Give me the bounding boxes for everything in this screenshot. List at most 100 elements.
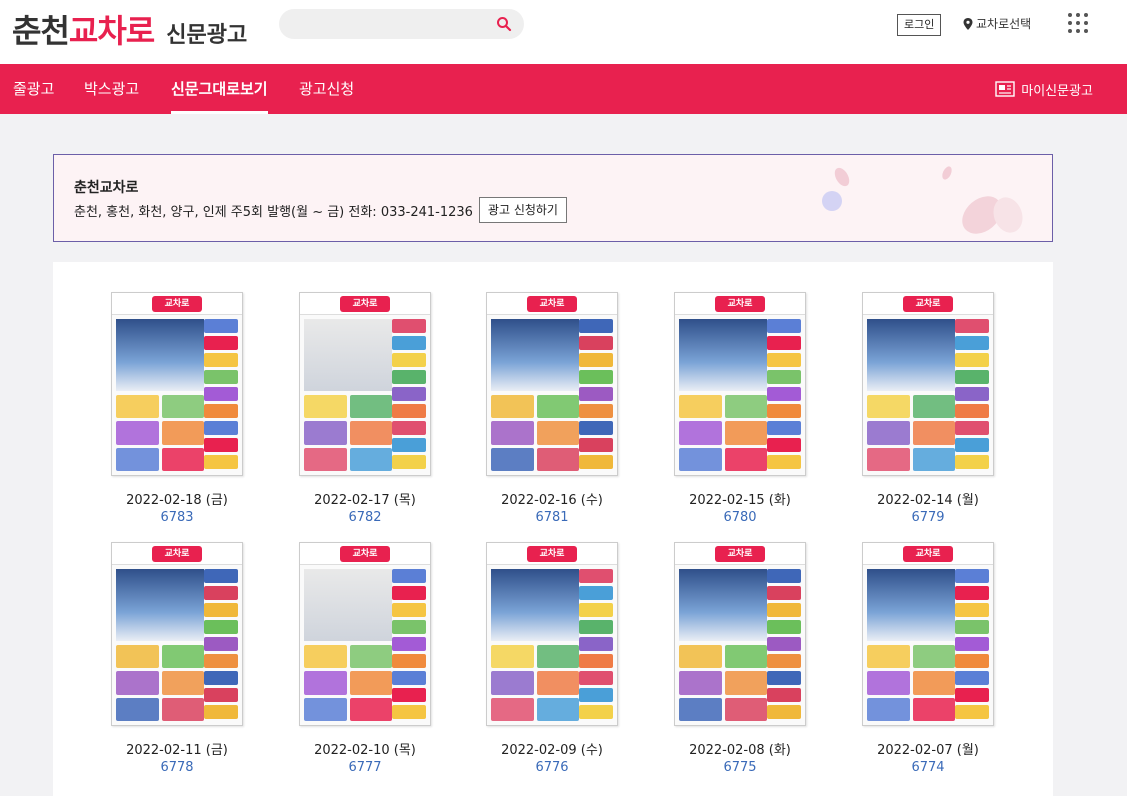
issue-card[interactable]: 교차로 2022-02-18 (금) 6783: [111, 292, 243, 525]
petal-decoration-icon: [822, 166, 1023, 234]
nav-item-line-ads[interactable]: 줄광고: [13, 64, 54, 114]
issue-thumbnail[interactable]: 교차로: [674, 292, 806, 476]
thumbnail-masthead: 교차로: [675, 293, 805, 315]
login-button[interactable]: 로그인: [897, 14, 942, 36]
location-pin-icon: [963, 17, 973, 30]
thumbnail-ad-blocks: [491, 395, 579, 471]
issue-date[interactable]: 2022-02-09 (수): [486, 739, 618, 758]
header: 춘천 교차로 신문광고 로그인 교차로선택: [0, 0, 1127, 64]
issue-thumbnail[interactable]: 교차로: [299, 542, 431, 726]
publication-info: 춘천교차로 춘천, 홍천, 화천, 양구, 인제 주5회 발행(월 ~ 금) 전…: [53, 154, 1053, 242]
thumbnail-ad-column: [579, 569, 613, 719]
publication-details: 춘천, 홍천, 화천, 양구, 인제 주5회 발행(월 ~ 금) 전화: 033…: [74, 197, 567, 223]
issue-thumbnail[interactable]: 교차로: [299, 292, 431, 476]
thumbnail-logo: 교차로: [527, 296, 577, 312]
issue-card[interactable]: 교차로 2022-02-09 (수) 6776: [486, 542, 618, 775]
search-icon[interactable]: [496, 16, 512, 32]
nav-item-box-ads[interactable]: 박스광고: [84, 64, 139, 114]
thumbnail-hero-image: [116, 569, 204, 641]
publication-description: 춘천, 홍천, 화천, 양구, 인제 주5회 발행(월 ~ 금) 전화: 033…: [74, 204, 473, 220]
thumbnail-ad-column: [204, 569, 238, 719]
issue-card[interactable]: 교차로 2022-02-16 (수) 6781: [486, 292, 618, 525]
thumbnail-hero-image: [867, 319, 955, 391]
issue-date[interactable]: 2022-02-14 (월): [862, 489, 994, 508]
app-grid-icon[interactable]: [1068, 13, 1088, 33]
site-logo[interactable]: 춘천 교차로 신문광고: [12, 6, 247, 50]
thumbnail-ad-blocks: [116, 645, 204, 721]
issue-number[interactable]: 6783: [111, 510, 243, 525]
thumbnail-ad-column: [392, 569, 426, 719]
region-select[interactable]: 교차로선택: [963, 15, 1031, 32]
issue-number[interactable]: 6781: [486, 510, 618, 525]
main-nav: 줄광고 박스광고 신문그대로보기 광고신청 마이신문광고: [0, 64, 1127, 114]
thumbnail-masthead: 교차로: [300, 293, 430, 315]
thumbnail-ad-column: [767, 319, 801, 469]
issue-card[interactable]: 교차로 2022-02-07 (월) 6774: [862, 542, 994, 775]
issue-date[interactable]: 2022-02-10 (목): [299, 739, 431, 758]
issue-date[interactable]: 2022-02-07 (월): [862, 739, 994, 758]
issue-card[interactable]: 교차로 2022-02-15 (화) 6780: [674, 292, 806, 525]
thumbnail-masthead: 교차로: [675, 543, 805, 565]
my-newspaper-ad-link[interactable]: 마이신문광고: [995, 64, 1093, 114]
issue-thumbnail[interactable]: 교차로: [862, 292, 994, 476]
issue-card[interactable]: 교차로 2022-02-10 (목) 6777: [299, 542, 431, 775]
issue-number[interactable]: 6775: [674, 760, 806, 775]
issue-number[interactable]: 6780: [674, 510, 806, 525]
issue-date[interactable]: 2022-02-16 (수): [486, 489, 618, 508]
issue-date[interactable]: 2022-02-18 (금): [111, 489, 243, 508]
my-ad-label: 마이신문광고: [1021, 83, 1093, 99]
nav-item-newspaper-view[interactable]: 신문그대로보기: [171, 64, 268, 114]
thumbnail-hero-image: [867, 569, 955, 641]
search-input[interactable]: [279, 9, 524, 39]
issue-thumbnail[interactable]: 교차로: [674, 542, 806, 726]
region-label: 교차로선택: [976, 17, 1032, 31]
issue-number[interactable]: 6782: [299, 510, 431, 525]
issue-number[interactable]: 6777: [299, 760, 431, 775]
issue-card[interactable]: 교차로 2022-02-08 (화) 6775: [674, 542, 806, 775]
thumbnail-hero-image: [679, 569, 767, 641]
thumbnail-logo: 교차로: [340, 546, 390, 562]
issue-number[interactable]: 6778: [111, 760, 243, 775]
issue-card[interactable]: 교차로 2022-02-11 (금) 6778: [111, 542, 243, 775]
thumbnail-logo: 교차로: [715, 296, 765, 312]
issue-date[interactable]: 2022-02-11 (금): [111, 739, 243, 758]
issue-number[interactable]: 6776: [486, 760, 618, 775]
thumbnail-ad-blocks: [304, 395, 392, 471]
issue-date[interactable]: 2022-02-17 (목): [299, 489, 431, 508]
issue-number[interactable]: 6774: [862, 760, 994, 775]
thumbnail-masthead: 교차로: [112, 543, 242, 565]
thumbnail-logo: 교차로: [340, 296, 390, 312]
thumbnail-ad-column: [579, 319, 613, 469]
thumbnail-masthead: 교차로: [863, 543, 993, 565]
thumbnail-masthead: 교차로: [300, 543, 430, 565]
issue-thumbnail[interactable]: 교차로: [111, 292, 243, 476]
thumbnail-hero-image: [679, 319, 767, 391]
issue-thumbnail[interactable]: 교차로: [111, 542, 243, 726]
thumbnail-logo: 교차로: [527, 546, 577, 562]
thumbnail-ad-column: [204, 319, 238, 469]
thumbnail-ad-blocks: [304, 645, 392, 721]
thumbnail-masthead: 교차로: [112, 293, 242, 315]
nav-item-ad-apply[interactable]: 광고신청: [299, 64, 354, 114]
issue-number[interactable]: 6779: [862, 510, 994, 525]
publication-title: 춘천교차로: [74, 180, 139, 196]
thumbnail-ad-column: [392, 319, 426, 469]
thumbnail-ad-blocks: [116, 395, 204, 471]
thumbnail-hero-image: [491, 569, 579, 641]
thumbnail-masthead: 교차로: [863, 293, 993, 315]
thumbnail-ad-blocks: [867, 395, 955, 471]
logo-brand: 교차로: [68, 12, 155, 50]
thumbnail-hero-image: [491, 319, 579, 391]
issue-card[interactable]: 교차로 2022-02-17 (목) 6782: [299, 292, 431, 525]
thumbnail-logo: 교차로: [903, 546, 953, 562]
issue-thumbnail[interactable]: 교차로: [486, 542, 618, 726]
issue-thumbnail[interactable]: 교차로: [862, 542, 994, 726]
thumbnail-masthead: 교차로: [487, 543, 617, 565]
thumbnail-hero-image: [304, 319, 392, 391]
ad-apply-button[interactable]: 광고 신청하기: [478, 197, 567, 223]
issue-date[interactable]: 2022-02-08 (화): [674, 739, 806, 758]
issue-date[interactable]: 2022-02-15 (화): [674, 489, 806, 508]
thumbnail-ad-blocks: [679, 645, 767, 721]
issue-card[interactable]: 교차로 2022-02-14 (월) 6779: [862, 292, 994, 525]
issue-thumbnail[interactable]: 교차로: [486, 292, 618, 476]
